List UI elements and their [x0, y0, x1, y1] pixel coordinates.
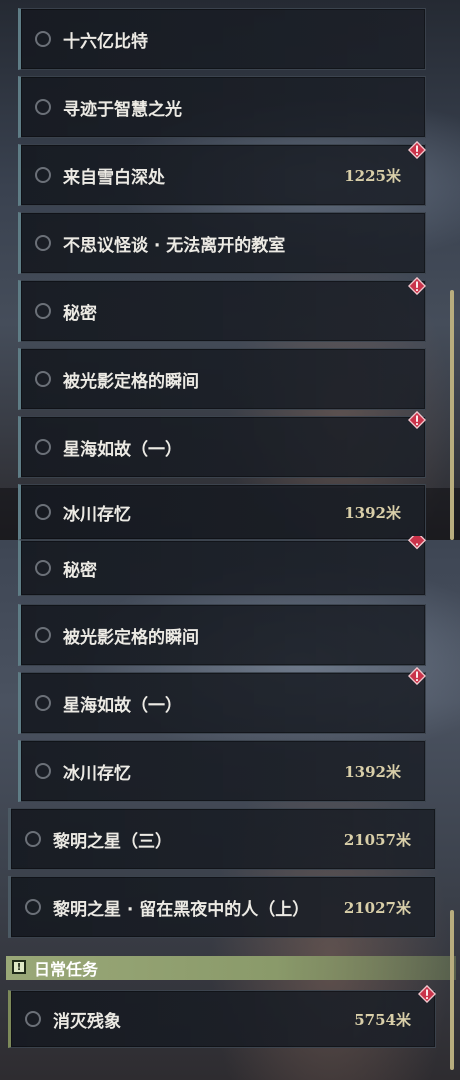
radio-circle[interactable] [25, 831, 41, 847]
radio-circle[interactable] [35, 371, 51, 387]
quest-title: 被光影定格的瞬间 [63, 371, 199, 392]
quest-card[interactable]: 星海如故（一） [18, 672, 426, 734]
alert-diamond-icon [418, 985, 436, 1003]
alert-diamond-icon [408, 667, 426, 685]
radio-circle[interactable] [35, 31, 51, 47]
quest-title: 秘密 [63, 303, 97, 324]
radio-circle[interactable] [35, 303, 51, 319]
section-title: 日常任务 [34, 960, 99, 979]
quest-card[interactable]: 寻迹于智慧之光 [18, 76, 426, 138]
quest-card[interactable]: 来自雪白深处 1225米 [18, 144, 426, 206]
quest-card[interactable]: 黎明之星（三） 21057米 [8, 808, 436, 870]
quest-card[interactable]: 星海如故（一） [18, 416, 426, 478]
radio-circle[interactable] [35, 439, 51, 455]
alert-diamond-icon [408, 411, 426, 429]
quest-title: 黎明之星（三） [53, 831, 172, 852]
quest-title: 十六亿比特 [63, 31, 148, 52]
quest-distance: 1392米 [344, 503, 401, 522]
radio-circle[interactable] [35, 763, 51, 779]
radio-circle[interactable] [25, 899, 41, 915]
radio-circle[interactable] [25, 1011, 41, 1027]
quest-card[interactable]: 秘密 [18, 540, 426, 596]
scrollbar-thumb[interactable] [450, 910, 454, 1070]
quest-distance: 5754米 [354, 1010, 411, 1029]
radio-circle[interactable] [35, 504, 51, 520]
quest-title: 星海如故（一） [63, 695, 182, 716]
quest-card[interactable]: 不思议怪谈 · 无法离开的教室 [18, 212, 426, 274]
quest-distance: 21027米 [343, 898, 411, 917]
quest-title: 不思议怪谈 · 无法离开的教室 [63, 235, 286, 256]
quest-card[interactable]: 冰川存忆 1392米 [18, 740, 426, 802]
quest-distance: 1392米 [344, 762, 401, 781]
radio-circle[interactable] [35, 99, 51, 115]
quest-title: 冰川存忆 [63, 504, 131, 525]
radio-circle[interactable] [35, 235, 51, 251]
quest-title: 冰川存忆 [63, 763, 131, 784]
quest-card[interactable]: 十六亿比特 [18, 8, 426, 70]
alert-diamond-icon [408, 277, 426, 295]
quest-title: 黎明之星 · 留在黑夜中的人（上） [53, 899, 310, 920]
radio-circle[interactable] [35, 560, 51, 576]
info-icon: ! [12, 960, 26, 974]
radio-circle[interactable] [35, 627, 51, 643]
quest-card[interactable]: 冰川存忆 1392米 [18, 484, 426, 540]
daily-tasks-header[interactable]: ! 日常任务 [6, 956, 456, 980]
quest-title: 来自雪白深处 [63, 167, 165, 188]
radio-circle[interactable] [35, 167, 51, 183]
radio-circle[interactable] [35, 695, 51, 711]
quest-distance: 21057米 [343, 830, 411, 849]
quest-title: 寻迹于智慧之光 [63, 99, 182, 120]
alert-diamond-icon [408, 536, 426, 550]
quest-distance: 1225米 [344, 166, 401, 185]
quest-title: 星海如故（一） [63, 439, 182, 460]
quest-title: 秘密 [63, 560, 97, 581]
quest-card[interactable]: 被光影定格的瞬间 [18, 348, 426, 410]
quest-card[interactable]: 秘密 [18, 280, 426, 342]
quest-card[interactable]: 消灭残象 5754米 [8, 990, 436, 1048]
quest-card[interactable]: 被光影定格的瞬间 [18, 604, 426, 666]
quest-title: 消灭残象 [53, 1011, 121, 1032]
quest-card[interactable]: 黎明之星 · 留在黑夜中的人（上） 21027米 [8, 876, 436, 938]
quest-title: 被光影定格的瞬间 [63, 627, 199, 648]
alert-diamond-icon [408, 141, 426, 159]
scrollbar-thumb[interactable] [450, 290, 454, 540]
